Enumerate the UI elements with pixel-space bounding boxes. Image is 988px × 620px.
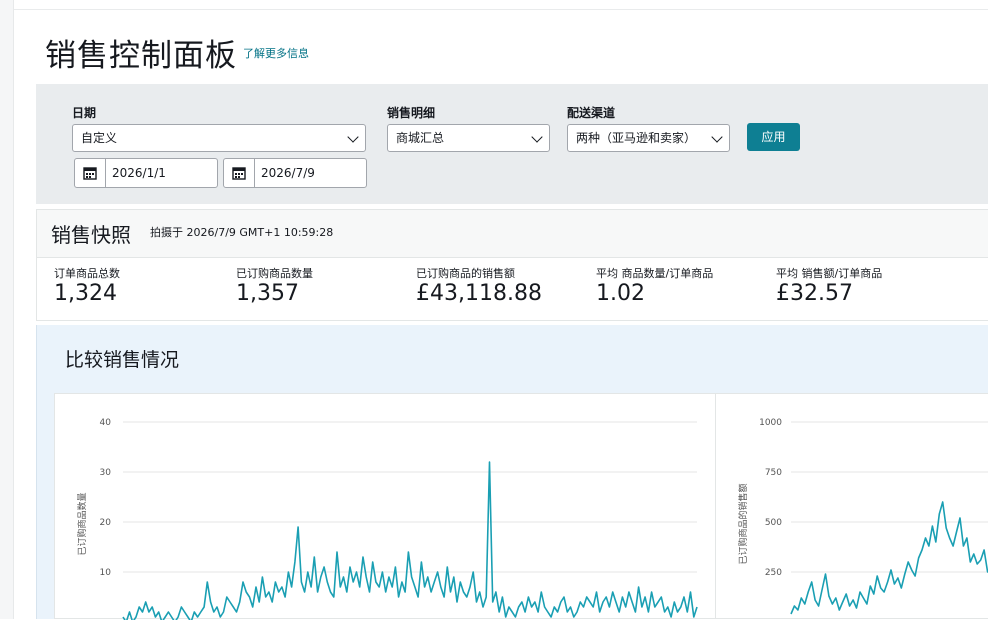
chevron-down-icon xyxy=(347,131,359,143)
metric-label: 已订购商品数量 xyxy=(236,267,313,280)
date-range-value: 自定义 xyxy=(81,131,118,145)
snapshot-timestamp: 拍摄于 2026/7/9 GMT+1 10:59:28 xyxy=(150,226,334,239)
channel-label: 配送渠道 xyxy=(567,106,616,120)
metric-label: 平均 商品数量/订单商品 xyxy=(596,267,714,280)
end-date-value: 2026/7/9 xyxy=(261,166,315,180)
compare-title: 比较销售情况 xyxy=(65,349,180,371)
y-tick-label: 30 xyxy=(100,468,112,478)
y-axis-label: 已订购商品的销售额 xyxy=(737,483,749,564)
end-date-field[interactable]: 2026/7/9 xyxy=(223,158,367,188)
snapshot-header: 销售快照 拍摄于 2026/7/9 GMT+1 10:59:28 xyxy=(37,210,988,258)
y-tick-label: 750 xyxy=(765,468,782,478)
y-tick-label: 20 xyxy=(100,518,112,528)
channel-select[interactable]: 两种（亚马逊和卖家） xyxy=(567,124,730,152)
breakdown-label: 销售明细 xyxy=(387,106,436,120)
top-divider xyxy=(14,9,988,10)
date-range-select[interactable]: 自定义 xyxy=(72,124,366,152)
y-tick-label: 40 xyxy=(100,418,112,428)
calendar-icon[interactable] xyxy=(224,159,255,187)
page-title: 销售控制面板 xyxy=(45,38,237,74)
calendar-icon[interactable] xyxy=(75,159,106,187)
metric-label: 已订购商品的销售额 xyxy=(416,267,515,280)
channel-value: 两种（亚马逊和卖家） xyxy=(576,131,697,145)
y-tick-label: 500 xyxy=(765,518,782,528)
chevron-down-icon xyxy=(711,131,723,143)
breakdown-select[interactable]: 商城汇总 xyxy=(387,124,550,152)
learn-more-link[interactable]: 了解更多信息 xyxy=(243,45,309,61)
date-label: 日期 xyxy=(72,106,97,120)
breakdown-value: 商城汇总 xyxy=(396,131,445,145)
metric-value: £43,118.88 xyxy=(416,281,542,306)
start-date-field[interactable]: 2026/1/1 xyxy=(74,158,218,188)
filter-panel: 日期 自定义 2026/1/1 2026/7/9 销售明细 商城汇总 配送渠道 … xyxy=(36,84,988,204)
snapshot-title: 销售快照 xyxy=(51,223,131,247)
y-tick-label: 250 xyxy=(765,568,782,578)
series-line xyxy=(122,461,698,620)
units-ordered-chart: 10 20 30 40 已订购商品数量 xyxy=(76,418,698,620)
sales-chart-panel: 250 500 750 1000 已订购商品的销售额 xyxy=(715,393,988,619)
left-rail xyxy=(0,0,14,619)
metric-value: 1,357 xyxy=(236,281,299,306)
metric-label: 平均 销售额/订单商品 xyxy=(776,267,883,280)
y-tick-label: 10 xyxy=(100,568,112,578)
compare-sales-section: 比较销售情况 10 20 30 40 已订购商品数量 250 500 750 1000 已订购商… xyxy=(36,325,988,620)
sales-snapshot: 销售快照 拍摄于 2026/7/9 GMT+1 10:59:28 订单商品总数 … xyxy=(36,209,988,321)
ordered-sales-chart: 250 500 750 1000 已订购商品的销售额 xyxy=(737,418,988,615)
start-date-value: 2026/1/1 xyxy=(112,166,166,180)
y-tick-label: 1000 xyxy=(759,418,782,428)
apply-button[interactable]: 应用 xyxy=(747,123,800,151)
metric-value: 1.02 xyxy=(596,281,645,306)
chevron-down-icon xyxy=(531,131,543,143)
metric-value: £32.57 xyxy=(776,281,853,306)
metric-label: 订单商品总数 xyxy=(54,267,120,280)
units-chart-panel: 10 20 30 40 已订购商品数量 xyxy=(54,393,717,620)
y-axis-label: 已订购商品数量 xyxy=(76,492,88,555)
series-line xyxy=(790,501,988,615)
metric-value: 1,324 xyxy=(54,281,117,306)
